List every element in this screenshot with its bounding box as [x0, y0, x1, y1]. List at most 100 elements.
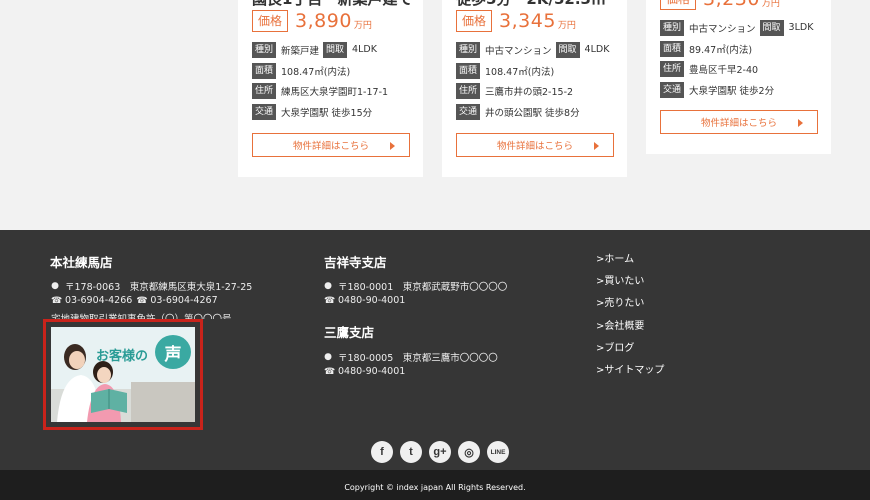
- footer-nav-sell[interactable]: >売りたい: [596, 294, 644, 309]
- property-title: 徒歩5分 2K/52.3㎡: [456, 0, 626, 9]
- instagram-glyph: ◎: [464, 446, 474, 459]
- price-value: 3,890: [295, 10, 352, 32]
- spec-tag: 住所: [456, 82, 481, 99]
- spec-row-type: 種別 中古マンション 間取 4LDK: [456, 41, 613, 58]
- spec-tag: 面積: [456, 62, 481, 79]
- detail-button-label: 物件詳細はこちら: [700, 118, 777, 129]
- google-plus-glyph: g+: [433, 446, 447, 458]
- address-text: 〒180-0001 東京都武蔵野市〇〇〇〇: [338, 282, 508, 293]
- spec-value: 4LDK: [352, 44, 377, 55]
- spec-value: 井の頭公園駅 徒歩8分: [485, 107, 580, 119]
- main-branch-phone: ☎ 03-6904-4266 ☎ 03-6904-4267: [51, 295, 218, 306]
- facebook-icon[interactable]: f: [371, 441, 393, 463]
- twitter-icon[interactable]: t: [400, 441, 422, 463]
- price-unit: 万円: [557, 20, 576, 31]
- property-card: 國良1丁目 新築戸建て 価格 3,890 万円 種別 新築戸建 間取 4LDK …: [238, 0, 423, 177]
- spec-tag: 間取: [759, 19, 784, 36]
- phone-icon: ☎: [51, 295, 63, 306]
- spec-row-address: 住所 三鷹市井の頭2-15-2: [456, 82, 577, 99]
- spec-value: 108.47㎡(内法): [485, 66, 555, 78]
- price-unit: 万円: [761, 0, 780, 9]
- spec-tag: 交通: [252, 103, 277, 120]
- kichijoji-phone: ☎ 0480-90-4001: [324, 295, 405, 306]
- price-unit: 万円: [353, 20, 372, 31]
- customer-voice-banner-highlight[interactable]: お客様の 声: [43, 319, 203, 430]
- footer-nav-buy[interactable]: >買いたい: [596, 272, 644, 287]
- spec-tag: 面積: [252, 62, 277, 79]
- map-pin-icon: ●: [324, 281, 332, 291]
- price-row: 価格 3,345 万円: [456, 10, 576, 32]
- mitaka-branch-title: 三鷹支店: [324, 325, 375, 340]
- spec-value: 三鷹市井の頭2-15-2: [485, 86, 574, 98]
- main-branch-address: ● 〒178-0063 東京都練馬区東大泉1-27-25: [51, 279, 252, 293]
- spec-row-area: 面積 108.47㎡(内法): [456, 62, 558, 79]
- property-card: 徒歩5分 2K/52.3㎡ 価格 3,345 万円 種別 中古マンション 間取 …: [442, 0, 627, 177]
- spec-value: 大泉学園駅 徒歩15分: [281, 107, 373, 119]
- banner-title: お客様の: [96, 349, 149, 364]
- spec-tag: 間取: [323, 41, 348, 58]
- price-row: 価格 3,230 万円: [660, 0, 780, 10]
- spec-tag: 住所: [660, 60, 685, 77]
- spec-value: 4LDK: [584, 44, 610, 55]
- spec-value: 89.47㎡(内法): [689, 44, 753, 56]
- price-value: 3,345: [499, 10, 556, 32]
- spec-value: 新築戸建: [281, 45, 320, 57]
- footer-nav-blog[interactable]: >ブログ: [596, 339, 634, 354]
- price-label: 価格: [660, 0, 697, 10]
- google-plus-icon[interactable]: g+: [429, 441, 451, 463]
- property-detail-button[interactable]: 物件詳細はこちら: [660, 110, 818, 134]
- phone-text: 03-6904-4266: [65, 295, 133, 306]
- license-text: 宅地建物取引業知事免許（〇）第〇〇〇号: [51, 311, 232, 319]
- spec-tag: 住所: [252, 82, 277, 99]
- footer-nav-home[interactable]: >ホーム: [596, 250, 634, 265]
- spec-tag: 種別: [252, 41, 277, 58]
- kichijoji-branch-title: 吉祥寺支店: [324, 255, 387, 270]
- phone-text: 0480-90-4001: [338, 366, 406, 377]
- spec-value: 中古マンション: [485, 45, 552, 57]
- customer-voice-banner[interactable]: お客様の 声: [51, 327, 195, 422]
- arrow-right-icon: [390, 142, 395, 150]
- spec-row-access: 交通 大泉学園駅 徒歩15分: [252, 103, 376, 120]
- spec-row-area: 面積 108.47㎡(内法): [252, 62, 354, 79]
- spec-tag: 面積: [660, 40, 685, 57]
- spec-value: 中古マンション: [689, 23, 756, 35]
- price-row: 価格 3,890 万円: [252, 10, 372, 32]
- spec-tag: 交通: [456, 103, 481, 120]
- footer-nav-company[interactable]: >会社概要: [596, 317, 644, 332]
- spec-row-address: 住所 練馬区大泉学園町1-17-1: [252, 82, 392, 99]
- spec-value: 3LDK: [788, 22, 814, 33]
- phone-icon: ☎: [324, 366, 336, 377]
- property-detail-button[interactable]: 物件詳細はこちら: [456, 133, 614, 157]
- detail-button-label: 物件詳細はこちら: [292, 141, 369, 152]
- price-label: 価格: [252, 10, 289, 32]
- property-card: 価格 3,230 万円 種別 中古マンション 間取 3LDK 面積 89.47㎡…: [646, 0, 831, 154]
- spec-value: 108.47㎡(内法): [281, 66, 351, 78]
- property-title: 國良1丁目 新築戸建て: [252, 0, 422, 9]
- spec-tag: 交通: [660, 81, 685, 98]
- instagram-icon[interactable]: ◎: [458, 441, 480, 463]
- footer-nav-sitemap[interactable]: >サイトマップ: [596, 361, 664, 376]
- spec-row-area: 面積 89.47㎡(内法): [660, 40, 756, 57]
- map-pin-icon: ●: [324, 352, 332, 362]
- property-list: 國良1丁目 新築戸建て 価格 3,890 万円 種別 新築戸建 間取 4LDK …: [0, 0, 870, 230]
- address-text: 〒180-0005 東京都三鷹市〇〇〇〇: [338, 353, 498, 364]
- property-detail-button[interactable]: 物件詳細はこちら: [252, 133, 410, 157]
- price-label: 価格: [456, 10, 493, 32]
- fax-text: 03-6904-4267: [150, 295, 218, 306]
- fax-icon: ☎: [136, 295, 148, 306]
- copyright-text: Copyright © index japan All Rights Reser…: [344, 483, 526, 492]
- spec-tag: 種別: [660, 19, 685, 36]
- spec-row-address: 住所 豊島区千早2-40: [660, 60, 762, 77]
- spec-value: 豊島区千早2-40: [689, 64, 759, 76]
- mitaka-phone: ☎ 0480-90-4001: [324, 366, 405, 377]
- spec-row-access: 交通 井の頭公園駅 徒歩8分: [456, 103, 584, 120]
- arrow-right-icon: [798, 119, 803, 127]
- twitter-glyph: t: [409, 446, 413, 458]
- spec-row-type: 種別 中古マンション 間取 3LDK: [660, 19, 817, 36]
- spec-row-access: 交通 大泉学園駅 徒歩2分: [660, 81, 778, 98]
- map-pin-icon: ●: [51, 281, 59, 291]
- price-value: 3,230: [703, 0, 760, 10]
- kichijoji-address: ● 〒180-0001 東京都武蔵野市〇〇〇〇: [324, 279, 507, 293]
- line-glyph: LINE: [490, 448, 506, 456]
- line-icon[interactable]: LINE: [487, 441, 509, 463]
